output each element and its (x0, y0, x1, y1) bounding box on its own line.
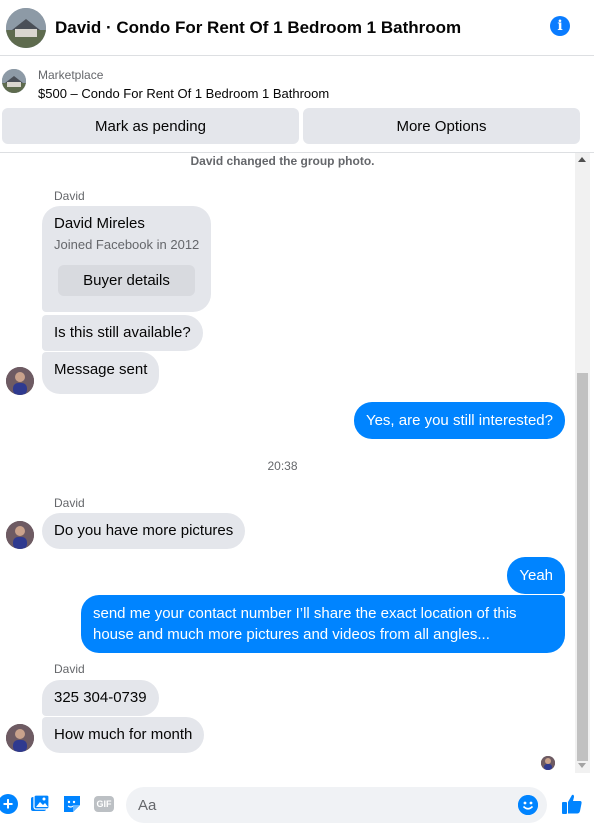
sent-message-bubble[interactable]: Yes, are you still interested? (353, 402, 565, 439)
sent-message-bubble[interactable]: Yeah (507, 557, 565, 594)
message-composer: + GIF (0, 783, 594, 827)
message-bubble[interactable]: Is this still available? (42, 315, 203, 351)
chat-scrollbar[interactable] (575, 153, 590, 773)
scroll-down-arrow-icon[interactable] (578, 763, 586, 768)
marketplace-banner[interactable]: Marketplace $500 – Condo For Rent Of 1 B… (0, 58, 594, 102)
sender-avatar[interactable] (6, 521, 34, 549)
photo-icon[interactable] (30, 794, 50, 814)
sender-name: David (54, 662, 85, 676)
gif-icon[interactable]: GIF (94, 796, 114, 812)
sent-message-bubble[interactable]: send me your contact number I’ll share t… (81, 595, 565, 653)
buyer-profile-card: David Mireles Joined Facebook in 2012 Bu… (42, 206, 211, 312)
house-photo-icon (6, 7, 46, 48)
thumbs-up-icon[interactable] (561, 793, 583, 815)
person-avatar-icon (6, 724, 34, 752)
message-timestamp: 20:38 (267, 459, 298, 473)
message-input-box[interactable] (126, 787, 547, 823)
conversation-avatar[interactable] (6, 7, 46, 48)
buyer-name: David Mireles (54, 215, 145, 232)
sender-name: David (54, 189, 85, 203)
message-bubble[interactable]: 325 304-0739 (42, 680, 159, 716)
message-bubble[interactable]: How much for month (42, 717, 205, 753)
read-receipt-icon (541, 756, 555, 770)
scroll-up-arrow-icon[interactable] (578, 157, 586, 162)
conversation-header: David · Condo For Rent Of 1 Bedroom 1 Ba… (0, 0, 594, 56)
marketplace-label: Marketplace (38, 68, 104, 82)
listing-thumbnail[interactable] (2, 69, 26, 93)
person-avatar-icon (6, 521, 34, 549)
message-thread: David changed the group photo. David Dav… (0, 153, 574, 773)
buyer-details-button[interactable]: Buyer details (58, 265, 195, 296)
sender-name: David (54, 496, 85, 510)
conversation-title[interactable]: David · Condo For Rent Of 1 Bedroom 1 Ba… (55, 18, 461, 38)
mark-as-pending-button[interactable]: Mark as pending (2, 108, 299, 144)
listing-actions: Mark as pending More Options (2, 108, 580, 144)
buyer-joined-info: Joined Facebook in 2012 (54, 237, 200, 252)
sender-avatar[interactable] (6, 367, 34, 395)
person-avatar-icon (6, 367, 34, 395)
listing-title[interactable]: $500 – Condo For Rent Of 1 Bedroom 1 Bat… (38, 86, 329, 101)
info-icon[interactable]: i (550, 16, 570, 36)
read-receipt-avatar (541, 756, 555, 770)
message-bubble[interactable]: Do you have more pictures (42, 513, 246, 549)
sender-avatar[interactable] (6, 724, 34, 752)
plus-icon[interactable]: + (0, 794, 18, 814)
scrollbar-thumb[interactable] (577, 373, 588, 761)
message-input[interactable] (138, 787, 508, 823)
sticker-icon[interactable] (62, 794, 82, 814)
emoji-icon[interactable] (518, 795, 538, 815)
more-options-button[interactable]: More Options (303, 108, 580, 144)
message-bubble[interactable]: Message sent (42, 352, 160, 394)
system-notice: David changed the group photo. (190, 154, 375, 168)
house-thumbnail-icon (2, 69, 26, 93)
